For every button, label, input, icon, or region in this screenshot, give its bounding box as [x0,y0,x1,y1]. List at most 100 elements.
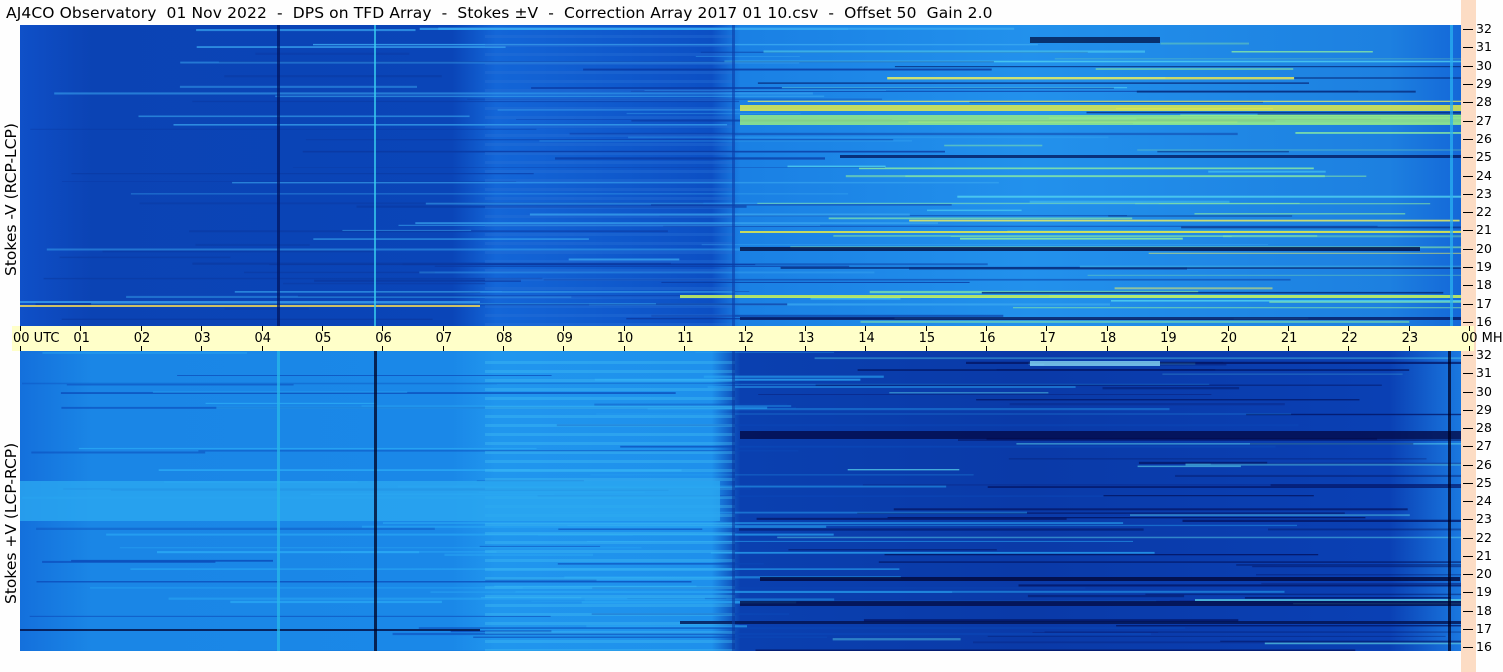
time-tick [1046,346,1048,351]
time-tick [563,346,565,351]
top-band-line [224,75,442,78]
bottom-stripe [485,649,735,651]
top-band-line [138,115,470,118]
top-stripe [485,107,735,110]
bottom-band-line [1116,625,1461,627]
top-band-line [583,68,992,71]
frequency-tick: 28 [1463,95,1492,109]
top-band-line [434,265,850,267]
top-band-line [894,66,1461,68]
top-band-line [1295,132,1461,134]
bottom-band-line [36,581,692,583]
bottom-band-line [847,469,960,471]
time-tick [1167,346,1169,351]
time-tick [684,346,686,351]
bottom-band-line [1236,564,1461,566]
bottom-band-line [1182,519,1461,522]
top-band-line [859,167,1314,170]
bottom-band-line [703,375,884,378]
frequency-tick: 26 [1463,456,1492,472]
frequency-tick-label: 31 [1476,39,1492,55]
frequency-tick-label: 22 [1476,204,1492,220]
bottom-band-line [1027,594,1185,598]
top-stripe [485,170,735,173]
frequency-tick-label: 25 [1476,149,1492,165]
time-tick-label: 03 [194,331,211,346]
frequency-tick-label: 27 [1476,112,1492,128]
top-band-line [1114,287,1273,290]
top-band-line [1029,200,1230,203]
top-band-line [763,50,1145,53]
top-stripe [485,188,735,191]
bottom-band-line [1252,565,1461,568]
bottom-stripe [485,559,735,562]
top-feature [740,317,1461,320]
bottom-band-line [1130,514,1410,517]
top-band-line [1137,149,1461,151]
bottom-band-line [558,528,703,530]
time-tick-label: 19 [1160,331,1177,346]
frequency-tick-label: 21 [1476,547,1492,563]
time-tick [503,346,504,351]
time-tick-label: 17 [1039,331,1056,346]
bottom-stripe [485,442,735,445]
time-tick-label: 10 [616,331,634,346]
bottom-band-line [119,547,642,549]
bottom-band-line [42,352,248,354]
bottom-band-line [473,636,827,638]
bottom-band-line [586,625,747,628]
bottom-band-line [710,551,1155,554]
time-tick [321,346,323,351]
time-tick [201,346,203,351]
bottom-band-line [90,586,523,589]
time-tick-label: 08 [496,331,513,346]
bottom-stripe [485,631,735,634]
bottom-band-line [1103,495,1314,497]
bottom-band-line [158,469,530,471]
tick-mark [1463,47,1473,49]
time-tick-label: 13 [797,331,815,346]
top-band-line [860,320,1410,323]
tick-mark [1463,175,1473,177]
frequency-tick-label: 31 [1476,365,1492,381]
bottom-band-line [976,399,1360,401]
bottom-stripe [485,424,735,427]
bottom-stripe [485,406,735,409]
bottom-band-line [878,561,1461,563]
time-tick-label: 16 [979,331,996,346]
top-transition-edge [732,25,735,326]
frequency-tick-label: 26 [1476,456,1492,472]
bottom-spectrogram-svg [20,351,1461,651]
bottom-band-line [777,536,1461,539]
frequency-tick-label: 24 [1476,167,1492,183]
top-band-line [130,193,849,195]
bottom-vertical-line [374,351,377,651]
time-tick [1106,346,1108,351]
top-band-line [787,165,886,168]
bottom-stripe [485,550,735,553]
tick-mark [1463,355,1473,356]
top-band-line [1108,215,1293,217]
top-band-line [887,77,1295,80]
tick-mark [1463,592,1473,594]
bottom-stripe [485,577,735,580]
top-band-line [810,297,901,300]
top-feature [740,115,1461,125]
top-band-line [61,318,433,320]
bottom-stripe [485,370,735,373]
top-feature [20,301,480,303]
frequency-tick-label: 28 [1476,94,1492,110]
top-band-line [46,248,751,251]
frequency-tick-label: 28 [1476,420,1492,435]
tick-mark [1463,267,1473,269]
top-band-line [626,112,801,115]
bottom-vertical-line [1448,351,1451,651]
frequency-tick-label: 23 [1476,185,1492,201]
bottom-band-line [157,551,420,554]
time-tick-label: 04 [254,331,272,346]
time-tick-label: 23 [1401,331,1419,346]
top-band-line [234,291,735,293]
top-band-line [224,308,309,310]
top-band-line [1181,226,1461,229]
bottom-stripe [485,613,735,616]
